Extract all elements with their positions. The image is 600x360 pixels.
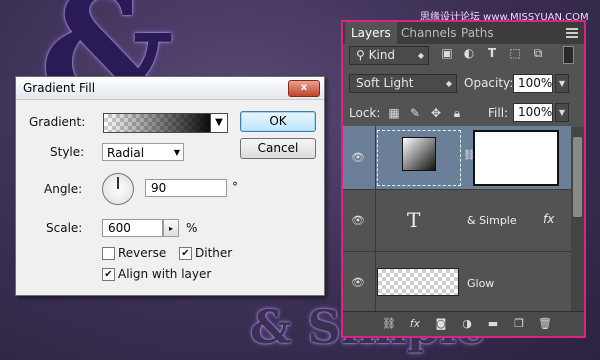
cancel-button[interactable]: Cancel — [240, 138, 316, 159]
style-select[interactable]: Radial ▼ — [102, 143, 184, 161]
dither-label: Dither — [195, 246, 233, 260]
filter-toggle[interactable] — [563, 46, 574, 64]
canvas-ampersand: & — [250, 300, 292, 354]
tab-paths[interactable]: Paths — [455, 22, 500, 44]
search-icon: ⚲ — [356, 48, 365, 62]
align-label: Align with layer — [118, 267, 212, 281]
caret-down-icon: ▼ — [558, 79, 566, 88]
new-layer-icon[interactable]: ❐ — [511, 317, 527, 331]
caret-icon: ◆ — [417, 51, 424, 60]
text-layer-icon: T — [407, 208, 421, 232]
opacity-input[interactable]: 100% — [513, 74, 553, 93]
layer-name: Glow — [467, 277, 495, 290]
type-icon[interactable]: T — [484, 45, 500, 61]
scale-label: Scale: — [46, 221, 83, 235]
angle-label: Angle: — [44, 182, 83, 196]
fill-label: Fill: — [488, 106, 509, 120]
style-value: Radial — [107, 146, 145, 160]
link-icon[interactable]: ⛓︎ — [381, 317, 397, 331]
layer-mask-thumb[interactable] — [473, 130, 559, 186]
caret-down-icon: ▼ — [173, 148, 180, 157]
trash-icon[interactable]: 🗑︎ — [537, 317, 553, 331]
lock-transparency-icon[interactable]: ▦ — [387, 106, 401, 120]
blend-mode-select[interactable]: Soft Light ◆ — [349, 74, 457, 93]
checkmark-icon: ✔ — [104, 269, 113, 280]
layer-divider — [375, 190, 376, 252]
panel-menu-icon[interactable] — [566, 28, 578, 38]
opacity-label: Opacity: — [464, 76, 514, 90]
fill-input[interactable]: 100% — [513, 103, 553, 122]
angle-unit: ° — [232, 180, 238, 194]
fx-icon[interactable]: fx — [407, 317, 423, 331]
layers-panel: Layers Channels Paths ⚲ Kind ◆ ▣ ◐ T ⬚ ⧉… — [341, 20, 586, 338]
style-label: Style: — [50, 145, 85, 159]
gradient-fill-thumb — [402, 137, 436, 171]
layer-row-glow[interactable]: 👁︎ Glow — [343, 252, 571, 314]
eye-icon[interactable]: 👁︎ — [351, 152, 365, 163]
eye-icon[interactable]: 👁︎ — [351, 215, 365, 226]
reverse-checkbox[interactable] — [102, 247, 115, 260]
gradient-fill-dialog: Gradient Fill x Gradient: ▼ Style: Radia… — [15, 76, 325, 296]
adjustment-icon[interactable]: ◐ — [461, 45, 477, 61]
caret-down-icon: ▼ — [215, 117, 223, 128]
fill-dropdown[interactable]: ▼ — [555, 103, 569, 122]
fx-icon[interactable]: fx — [543, 212, 554, 226]
dither-checkbox[interactable]: ✔ — [179, 247, 192, 260]
scale-stepper-button[interactable]: ▸ — [163, 219, 179, 237]
image-icon[interactable]: ▣ — [439, 45, 455, 61]
layer-divider — [375, 126, 376, 190]
lock-label: Lock: — [349, 106, 381, 120]
gradient-preview[interactable] — [103, 113, 211, 133]
ok-button[interactable]: OK — [240, 111, 316, 132]
scrollbar-thumb[interactable] — [573, 137, 582, 217]
caret-icon: ◆ — [445, 79, 452, 88]
caret-down-icon: ▼ — [558, 108, 566, 117]
adjustment-layer-icon[interactable]: ◑ — [459, 317, 475, 331]
arrow-right-icon: ▸ — [168, 224, 173, 233]
fill-thumb-frame — [377, 130, 461, 186]
dialog-title: Gradient Fill — [23, 81, 96, 95]
blend-mode-value: Soft Light — [356, 76, 414, 90]
tab-channels[interactable]: Channels — [395, 22, 463, 44]
close-button[interactable]: x — [288, 80, 320, 97]
eye-icon[interactable]: 👁︎ — [351, 277, 365, 288]
glow-layer-thumb — [377, 268, 459, 296]
angle-input[interactable]: 90 — [145, 179, 227, 197]
shape-icon[interactable]: ⬚ — [507, 45, 523, 61]
layer-row-text[interactable]: 👁︎ T & Simple fx — [343, 190, 571, 252]
layers-scrollbar[interactable] — [571, 127, 584, 317]
gradient-label: Gradient: — [29, 115, 86, 129]
filter-kind-value: Kind — [368, 48, 396, 62]
filter-kind-select[interactable]: ⚲ Kind ◆ — [349, 46, 429, 65]
smart-object-icon[interactable]: ⧉ — [530, 45, 546, 61]
panel-tabs: Layers Channels Paths — [343, 22, 584, 44]
align-checkbox[interactable]: ✔ — [102, 268, 115, 281]
layer-name: & Simple — [467, 214, 517, 227]
layer-divider — [375, 252, 376, 314]
angle-dial[interactable] — [102, 173, 134, 205]
close-icon: x — [300, 82, 308, 93]
scale-input[interactable]: 600 — [102, 219, 163, 237]
tab-layers[interactable]: Layers — [345, 22, 397, 44]
layers-bottom-toolbar: ⛓︎ fx ◙ ◑ ▬ ❐ 🗑︎ — [343, 311, 584, 336]
angle-needle-icon — [117, 177, 119, 189]
folder-icon[interactable]: ▬ — [485, 317, 501, 331]
lock-all-icon[interactable]: 🔒︎ — [450, 106, 464, 120]
lock-brush-icon[interactable]: ✎ — [408, 106, 422, 120]
layer-row-gradient-fill[interactable]: 👁︎ ⛓︎ — [343, 126, 571, 190]
reverse-label: Reverse — [118, 246, 167, 260]
checkmark-icon: ✔ — [181, 248, 190, 259]
scale-unit: % — [186, 221, 198, 235]
opacity-dropdown[interactable]: ▼ — [555, 74, 569, 93]
gradient-dropdown-button[interactable]: ▼ — [210, 113, 228, 133]
dialog-titlebar[interactable]: Gradient Fill x — [16, 77, 324, 100]
mask-icon[interactable]: ◙ — [433, 317, 449, 331]
lock-move-icon[interactable]: ✥ — [429, 106, 443, 120]
